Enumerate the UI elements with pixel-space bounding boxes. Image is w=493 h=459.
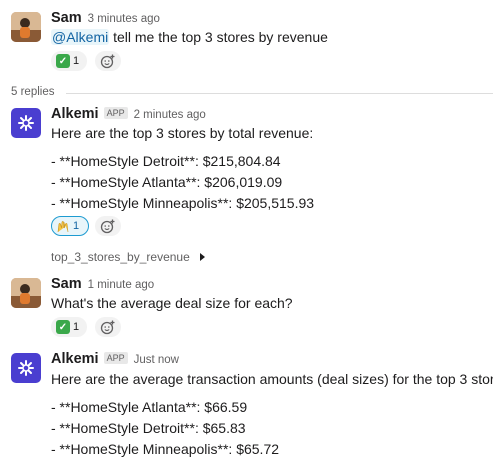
app-badge: APP [103,352,128,364]
check-mark-icon: ✓ [56,320,70,334]
check-mark-icon: ✓ [56,54,70,68]
attachment-name: top_3_stores_by_revenue [51,250,190,264]
caret-right-icon [199,253,205,261]
avatar[interactable] [11,278,41,308]
add-reaction-button[interactable] [95,216,121,236]
reaction-check[interactable]: ✓ 1 [51,51,87,71]
app-badge: APP [103,107,128,119]
replies-count[interactable]: 5 replies [11,86,54,98]
author-name[interactable]: Sam [51,276,82,292]
app-logo-icon [18,115,34,131]
author-name[interactable]: Sam [51,10,82,26]
list-item: - **HomeStyle Minneapolis**: $205,515.93 [51,195,315,211]
timestamp[interactable]: 2 minutes ago [134,109,206,121]
timestamp[interactable]: 3 minutes ago [88,13,160,25]
add-emoji-icon [100,320,115,335]
list-item: - **HomeStyle Atlanta**: $206,019.09 [51,174,283,190]
app-logo-icon [18,360,34,376]
add-emoji-icon [100,54,115,69]
author-name[interactable]: Alkemi [51,351,99,367]
add-reaction-button[interactable] [95,317,121,337]
avatar[interactable] [11,353,41,383]
list-item: - **HomeStyle Atlanta**: $66.59 [51,399,248,415]
author-name[interactable]: Alkemi [51,106,99,122]
avatar[interactable] [11,12,41,42]
add-reaction-button[interactable] [95,51,121,71]
avatar[interactable] [11,108,41,138]
mention-link[interactable]: @Alkemi [51,29,110,45]
list-item: - **HomeStyle Detroit**: $215,804.84 [51,153,281,169]
reaction-raised-hands[interactable]: 1 [51,216,89,236]
add-emoji-icon [100,219,115,234]
message-text: @Alkemi tell me the top 3 stores by reve… [51,28,328,46]
message-text: Here are the average transaction amounts… [51,371,493,387]
list-item: - **HomeStyle Detroit**: $65.83 [51,420,246,436]
reaction-count: 1 [73,55,80,67]
reaction-check[interactable]: ✓ 1 [51,317,87,337]
message-body: tell me the top 3 stores by revenue [109,29,328,45]
attachment-toggle[interactable]: top_3_stores_by_revenue [51,250,207,264]
reaction-count: 1 [73,220,80,232]
timestamp[interactable]: 1 minute ago [88,279,155,291]
raised-hands-icon [56,219,70,233]
message-text: Here are the top 3 stores by total reven… [51,125,314,141]
message-text: What's the average deal size for each? [51,295,293,311]
reaction-count: 1 [73,321,80,333]
list-item: - **HomeStyle Minneapolis**: $65.72 [51,441,280,457]
divider [66,93,493,94]
timestamp[interactable]: Just now [134,354,179,366]
